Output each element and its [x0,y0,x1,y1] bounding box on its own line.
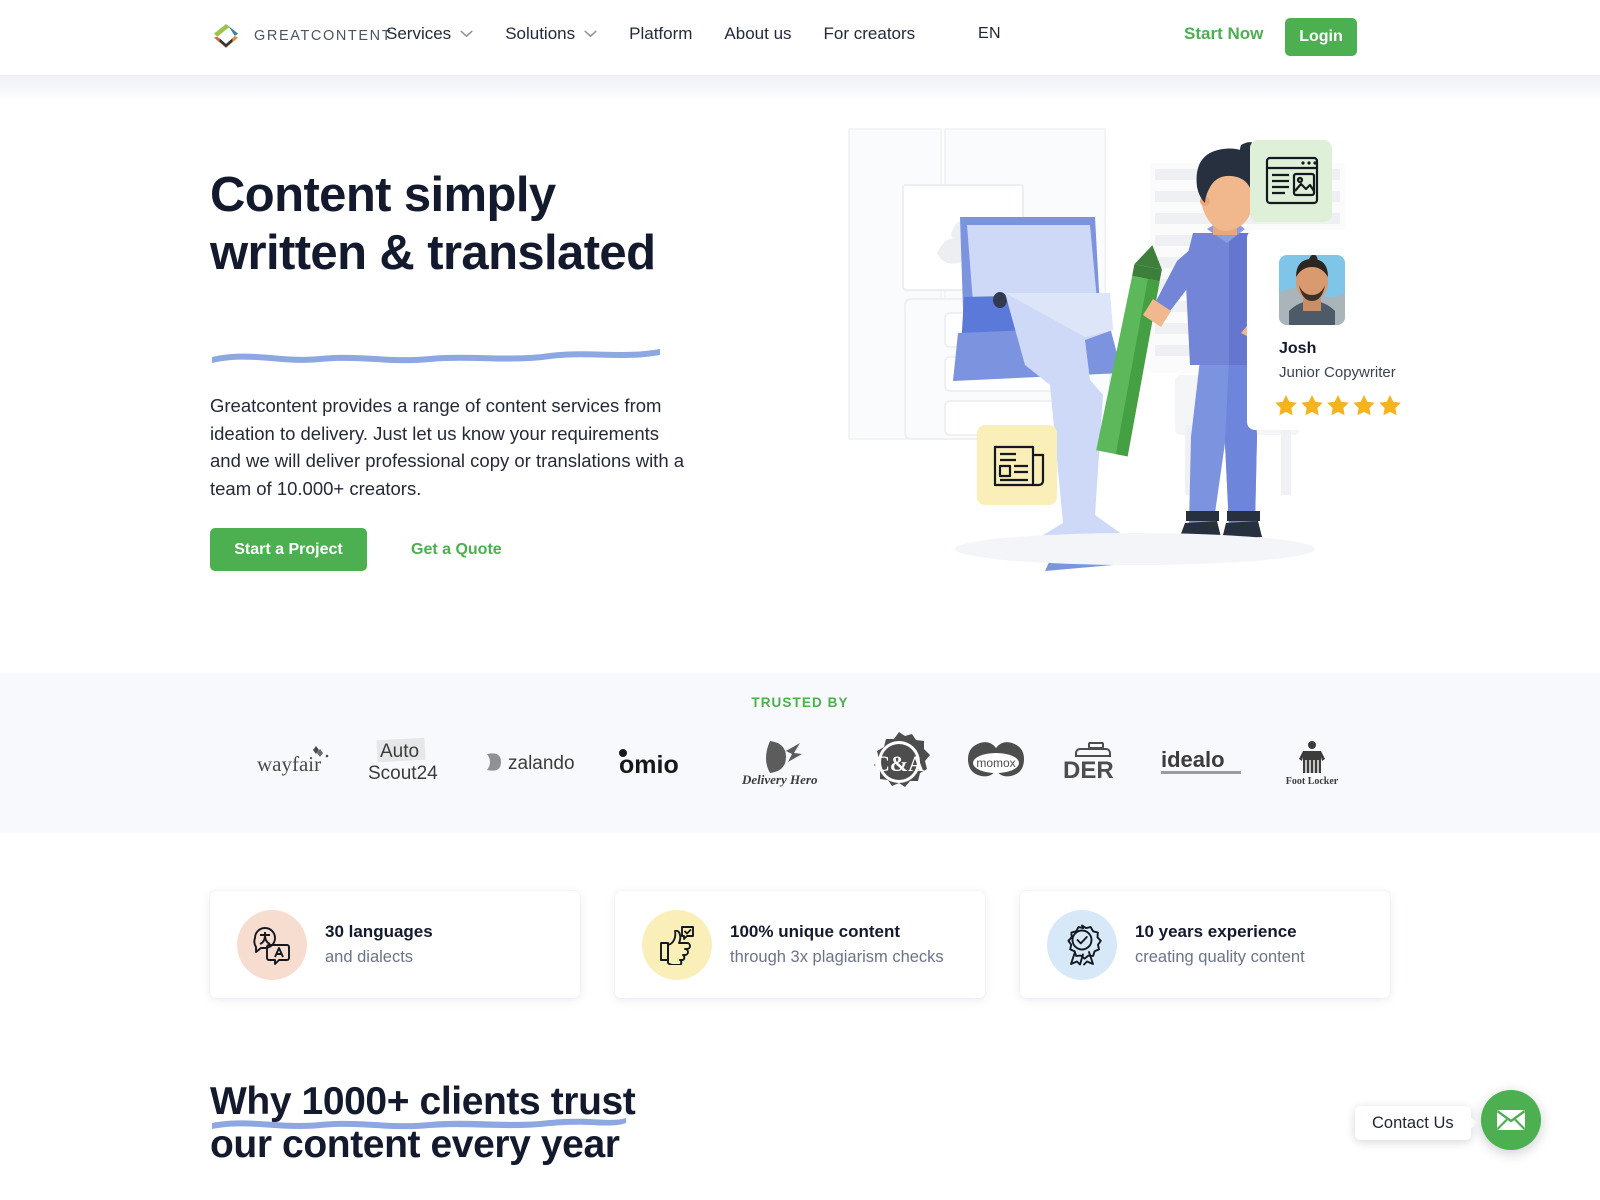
hero-actions: Start a Project Get a Quote [210,528,502,571]
chevron-down-icon [460,30,473,38]
wayfair-logo-icon: wayfair [257,746,329,776]
svg-text:C&A: C&A [874,751,924,776]
der-logo-icon: DER [1063,742,1114,782]
envelope-icon [1496,1110,1526,1130]
logo-idealo: idealo [1160,731,1244,793]
translate-icon [253,926,290,965]
delivery-hero-logo-icon: Delivery Hero [742,741,818,787]
feature-cards: 30 languages and dialects 100% unique co… [210,891,1390,998]
nav-label-solutions: Solutions [505,24,576,43]
zalando-logo-icon: zalando [486,753,575,774]
nav-item-solutions[interactable]: Solutions [505,24,597,44]
hero-section: Content simply written & translated Grea… [0,100,1600,675]
main-navigation: Services Solutions Platform About us For… [386,24,915,44]
feature-card-unique-content: 100% unique content through 3x plagiaris… [615,891,985,998]
feature-card-experience: 10 years experience creating quality con… [1020,891,1390,998]
translate-icon-wrap [237,909,307,980]
svg-text:Auto: Auto [380,741,419,762]
thumbs-up-check-icon [660,925,694,965]
language-selector[interactable]: EN [978,25,1001,43]
greatcontent-logo-icon [213,23,239,48]
feature-title: 10 years experience [1135,922,1297,941]
feature-subtitle: and dialects [325,948,414,966]
logo-momox: momox [965,731,1027,793]
trusted-by-section: TRUSTED BY wayfair Auto Scout24 zalando … [0,673,1600,833]
thumbs-up-check-icon-wrap [642,909,712,980]
nav-item-about-us[interactable]: About us [724,24,791,44]
feature-subtitle: through 3x plagiarism checks [730,948,944,966]
svg-text:idealo: idealo [1161,747,1225,772]
hero-paragraph: Greatcontent provides a range of content… [210,395,685,499]
contact-us-button[interactable] [1481,1090,1541,1150]
header-shadow-gradient [0,75,1600,101]
logo-zalando: zalando [484,731,580,793]
why-section: Why 1000+ clients trust our content ever… [210,1080,850,1166]
svg-text:momox: momox [976,756,1015,770]
logo-autoscout24: Auto Scout24 [368,731,448,793]
trusted-by-label: TRUSTED BY [751,695,849,710]
hero-illustration: Josh Junior Copywriter [845,125,1435,575]
hero-copy: Content simply written & translated Grea… [210,166,730,571]
svg-text:omio: omio [619,751,679,779]
brand-logo[interactable]: GREATCONTENT [210,20,392,52]
svg-text:Delivery Hero: Delivery Hero [742,772,818,787]
logo-delivery-hero: Delivery Hero [742,731,832,793]
page-title: Content simply written & translated [210,166,730,282]
momox-logo-icon: momox [967,742,1024,777]
feature-title: 100% unique content [730,922,901,941]
nav-label-services: Services [386,24,452,43]
nav-label-for-creators: For creators [823,24,916,43]
site-header: GREATCONTENT Services Solutions Platform [0,0,1600,75]
svg-text:Junior Copywriter: Junior Copywriter [1279,364,1396,381]
hero-title-line2: written & translated [210,226,656,280]
hero-underline-squiggle [212,349,660,364]
svg-text:Josh: Josh [1279,340,1316,357]
feature-text: 10 years experience creating quality con… [1135,922,1305,967]
award-badge-icon [1067,924,1102,965]
why-underline-squiggle [212,1118,626,1130]
nav-item-platform[interactable]: Platform [629,24,692,44]
start-a-project-button[interactable]: Start a Project [210,528,367,571]
svg-text:Foot Locker: Foot Locker [1286,776,1339,786]
get-a-quote-button[interactable]: Get a Quote [411,541,502,559]
nav-label-about-us: About us [724,24,792,43]
svg-text:zalando: zalando [508,753,575,774]
copywriter-illustration: Josh Junior Copywriter [848,128,1432,571]
logo-foot-locker: Foot Locker [1279,731,1345,793]
svg-text:Scout24: Scout24 [368,763,438,784]
feature-card-languages: 30 languages and dialects [210,891,580,998]
autoscout24-logo-icon: Auto Scout24 [368,737,438,784]
svg-text:wayfair: wayfair [257,752,321,776]
logo-c-and-a: C&A [868,731,930,793]
nav-item-for-creators[interactable]: For creators [824,24,916,44]
nav-item-services[interactable]: Services [386,24,473,44]
feature-subtitle: creating quality content [1135,948,1305,966]
foot-locker-logo-icon: Foot Locker [1286,741,1339,786]
brand-name: GREATCONTENT [254,28,393,44]
nav-label-platform: Platform [629,24,693,43]
start-now-link[interactable]: Start Now [1184,24,1263,44]
hero-title-line1: Content simply [210,168,556,222]
logo-omio: omio [615,731,707,793]
page-root: GREATCONTENT Services Solutions Platform [0,0,1600,1200]
login-button[interactable]: Login [1285,18,1357,56]
feature-text: 100% unique content through 3x plagiaris… [730,922,944,967]
chevron-down-icon [584,30,597,38]
logo-wayfair: wayfair [255,731,333,793]
contact-us-tooltip[interactable]: Contact Us [1355,1106,1478,1140]
feature-text: 30 languages and dialects [325,922,433,967]
omio-logo-icon: omio [618,749,679,779]
logo-der: DER [1062,731,1124,793]
award-badge-icon-wrap [1047,909,1117,980]
c-and-a-logo-icon: C&A [874,732,930,787]
idealo-logo-icon: idealo [1160,747,1241,774]
client-logo-list: wayfair Auto Scout24 zalando omio Delive… [255,727,1345,797]
feature-title: 30 languages [325,922,433,941]
svg-text:DER: DER [1063,757,1114,782]
